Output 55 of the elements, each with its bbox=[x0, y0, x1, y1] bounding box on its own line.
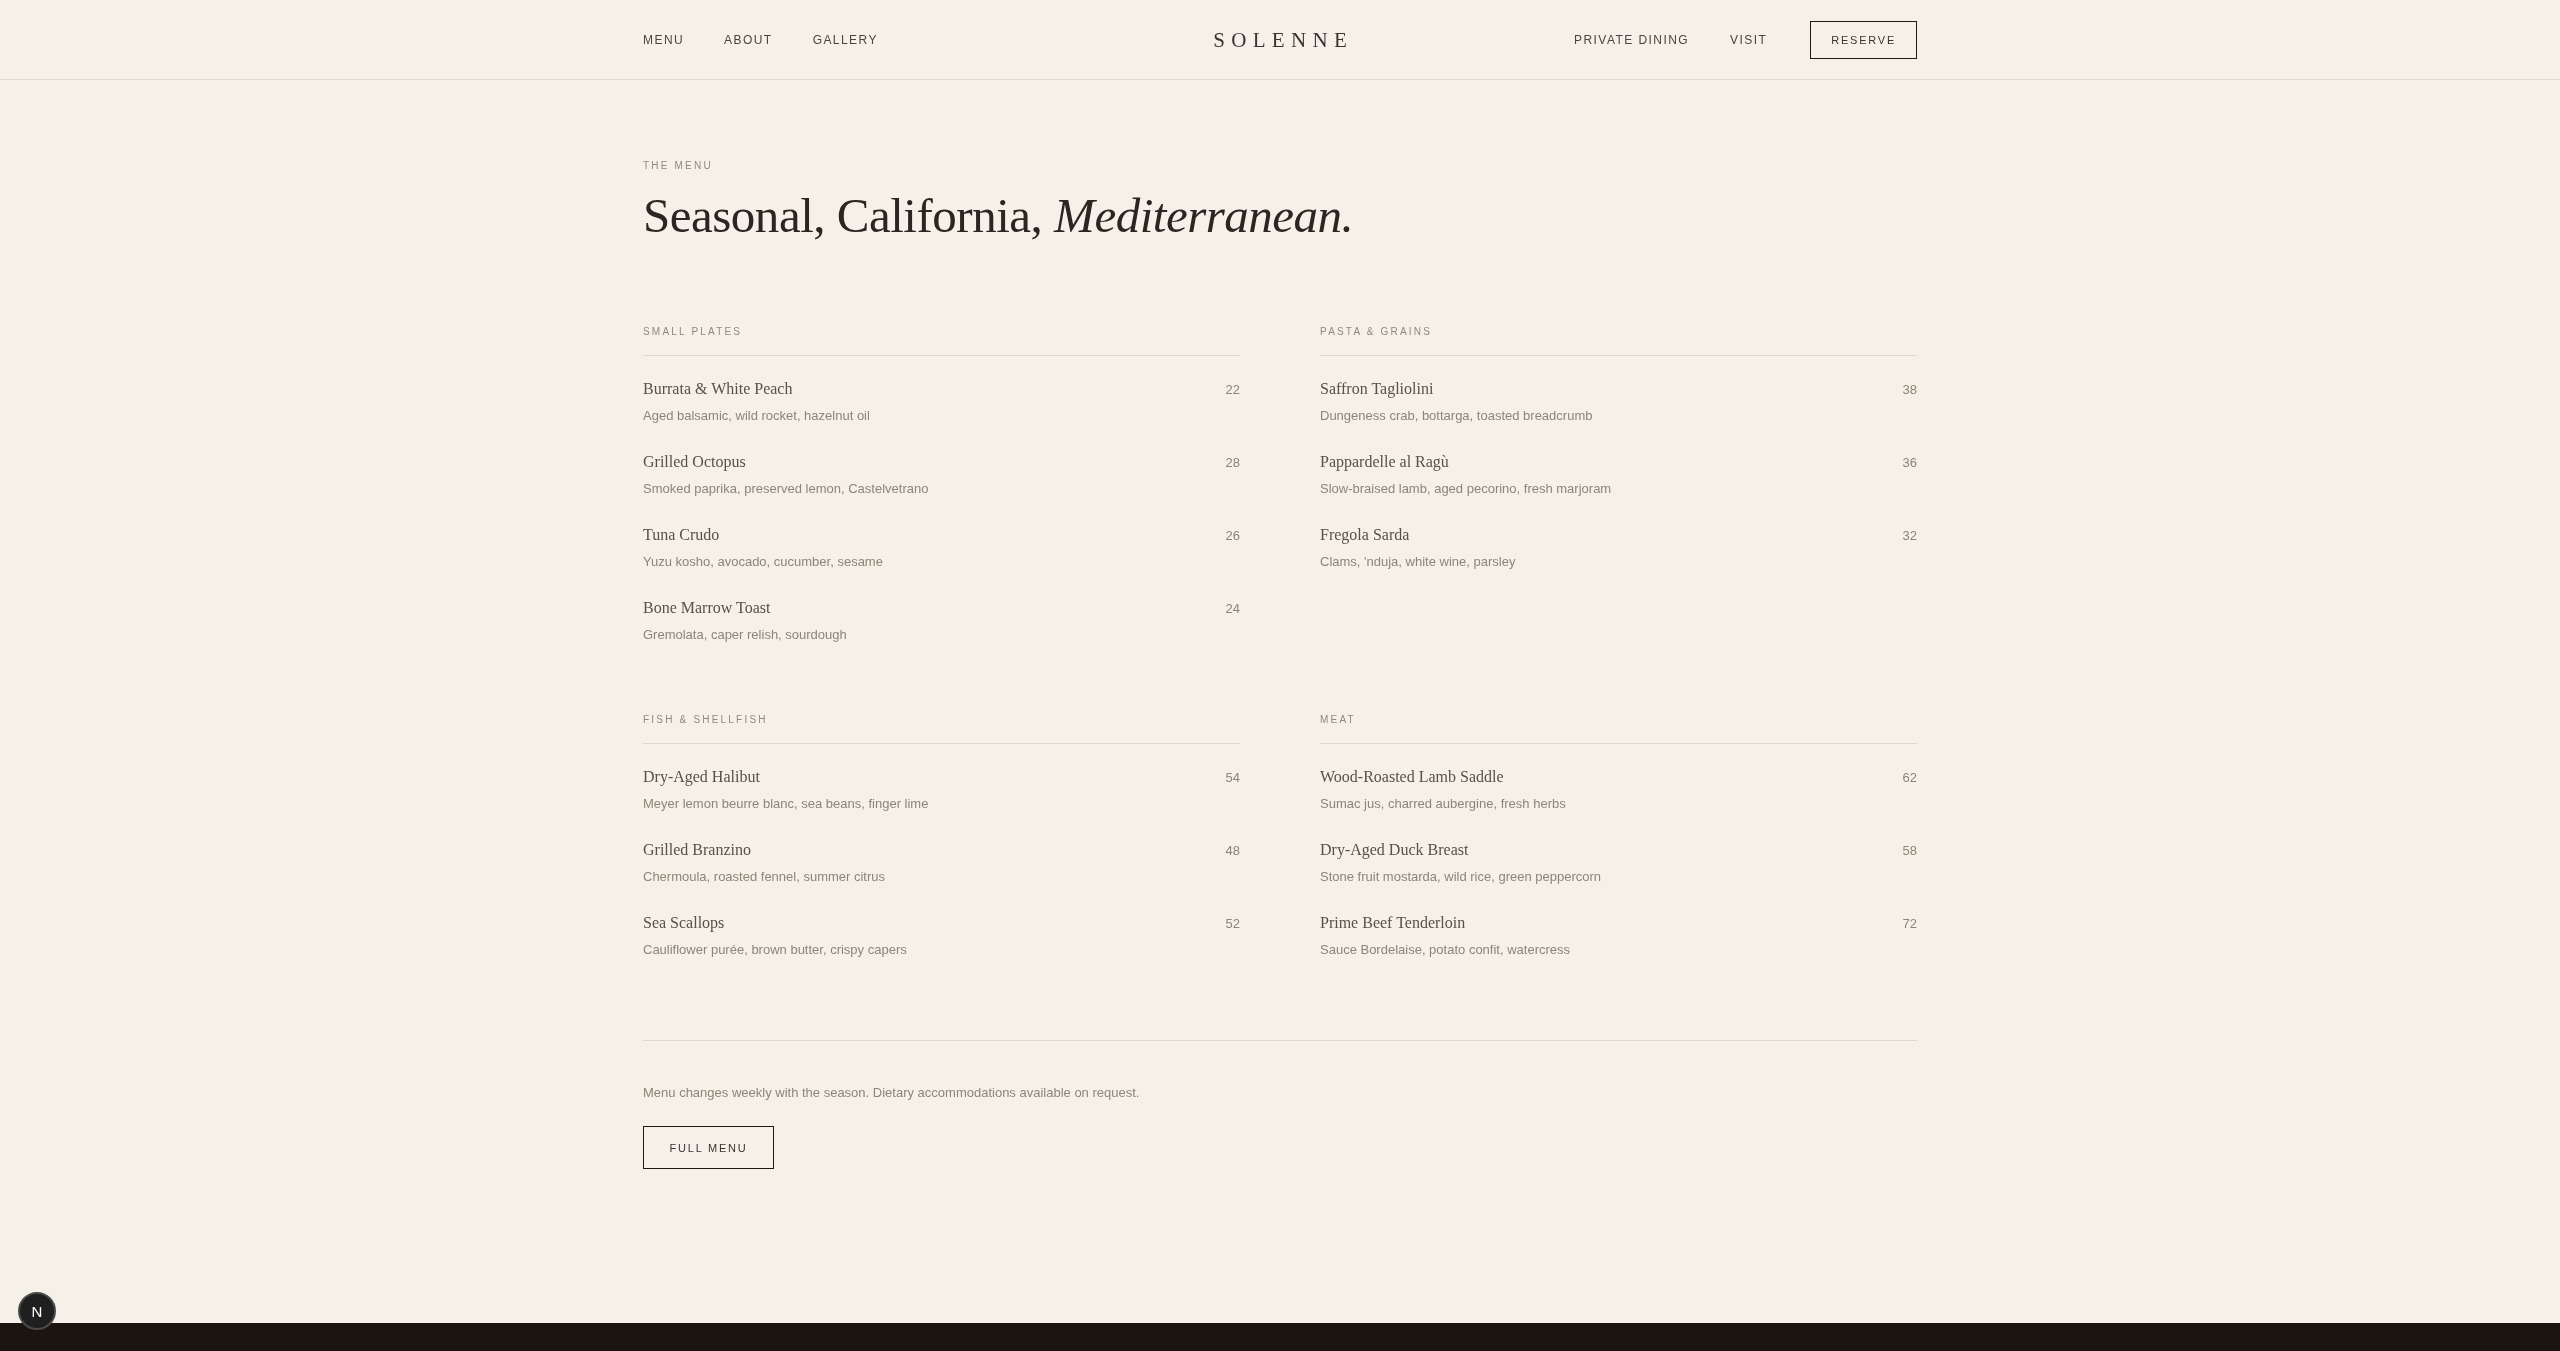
dish-description: Gremolata, caper relish, sourdough bbox=[643, 626, 847, 644]
reserve-button[interactable]: RESERVE bbox=[1810, 20, 1917, 59]
dish-description: Chermoula, roasted fennel, summer citrus bbox=[643, 868, 886, 886]
dish-name: Wood-Roasted Lamb Saddle bbox=[1320, 767, 1504, 787]
full-menu-button[interactable]: FULL MENU bbox=[643, 1126, 774, 1169]
dish-price: 52 bbox=[1225, 915, 1240, 933]
dish-price: 28 bbox=[1225, 454, 1240, 472]
dish-description: Meyer lemon beurre blanc, sea beans, finger lime bbox=[643, 795, 929, 813]
nav-link[interactable]: MENU bbox=[643, 31, 685, 48]
dish-name: Pappardelle al Ragù bbox=[1320, 452, 1449, 472]
dish-price: 48 bbox=[1225, 842, 1240, 860]
dish-name: Sea Scallops bbox=[643, 913, 725, 933]
page-heading: Seasonal, California, Mediterranean. bbox=[643, 187, 1354, 245]
category-label: SMALL PLATES bbox=[643, 325, 743, 339]
dish-description: Sumac jus, charred aubergine, fresh herbs bbox=[1320, 795, 1566, 813]
dish-name: Saffron Tagliolini bbox=[1320, 379, 1434, 399]
dish-name: Grilled Branzino bbox=[643, 840, 751, 860]
dish-description: Stone fruit mostarda, wild rice, green peppercorn bbox=[1320, 868, 1602, 886]
floating-badge-button[interactable]: N bbox=[18, 1292, 56, 1330]
dish-price: 38 bbox=[1902, 381, 1917, 399]
dish-price: 72 bbox=[1902, 915, 1917, 933]
dish-price: 22 bbox=[1225, 381, 1240, 399]
dish-name: Bone Marrow Toast bbox=[643, 598, 771, 618]
dish-price: 62 bbox=[1902, 769, 1917, 787]
menu-note: Menu changes weekly with the season. Dietary accommodations available on request. bbox=[643, 1084, 1140, 1102]
dish-description: Clams, 'nduja, white wine, parsley bbox=[1320, 553, 1516, 571]
category-label: FISH & SHELLFISH bbox=[643, 713, 768, 727]
nav-link[interactable]: ABOUT bbox=[724, 31, 773, 48]
dish-description: Cauliflower purée, brown butter, crispy capers bbox=[643, 941, 907, 959]
category-label: MEAT bbox=[1320, 713, 1356, 727]
dish-price: 24 bbox=[1225, 600, 1240, 618]
nav-link[interactable]: VISIT bbox=[1730, 31, 1768, 48]
dish-name: Grilled Octopus bbox=[643, 452, 746, 472]
dish-description: Smoked paprika, preserved lemon, Castelvetrano bbox=[643, 480, 929, 498]
dish-description: Yuzu kosho, avocado, cucumber, sesame bbox=[643, 553, 883, 571]
dish-name: Fregola Sarda bbox=[1320, 525, 1410, 545]
dish-name: Dry-Aged Duck Breast bbox=[1320, 840, 1469, 860]
dish-price: 54 bbox=[1225, 769, 1240, 787]
dish-price: 26 bbox=[1225, 527, 1240, 545]
restaurant-logo[interactable]: SOLENNE bbox=[1213, 27, 1354, 52]
nav-link[interactable]: PRIVATE DINING bbox=[1574, 31, 1690, 48]
dish-name: Prime Beef Tenderloin bbox=[1320, 913, 1466, 933]
dish-name: Burrata & White Peach bbox=[643, 379, 793, 399]
dish-name: Dry-Aged Halibut bbox=[643, 767, 760, 787]
dish-description: Dungeness crab, bottarga, toasted breadcrumb bbox=[1320, 407, 1593, 425]
dish-description: Sauce Bordelaise, potato confit, watercress bbox=[1320, 941, 1571, 959]
dish-price: 58 bbox=[1902, 842, 1917, 860]
category-label: PASTA & GRAINS bbox=[1320, 325, 1433, 339]
section-eyebrow: THE MENU bbox=[643, 159, 713, 173]
dish-description: Aged balsamic, wild rocket, hazelnut oil bbox=[643, 407, 870, 425]
nav-link[interactable]: GALLERY bbox=[812, 31, 878, 48]
dish-description: Slow-braised lamb, aged pecorino, fresh marjoram bbox=[1320, 480, 1612, 498]
dish-price: 32 bbox=[1902, 527, 1917, 545]
dish-price: 36 bbox=[1902, 454, 1917, 472]
dish-name: Tuna Crudo bbox=[643, 525, 720, 545]
